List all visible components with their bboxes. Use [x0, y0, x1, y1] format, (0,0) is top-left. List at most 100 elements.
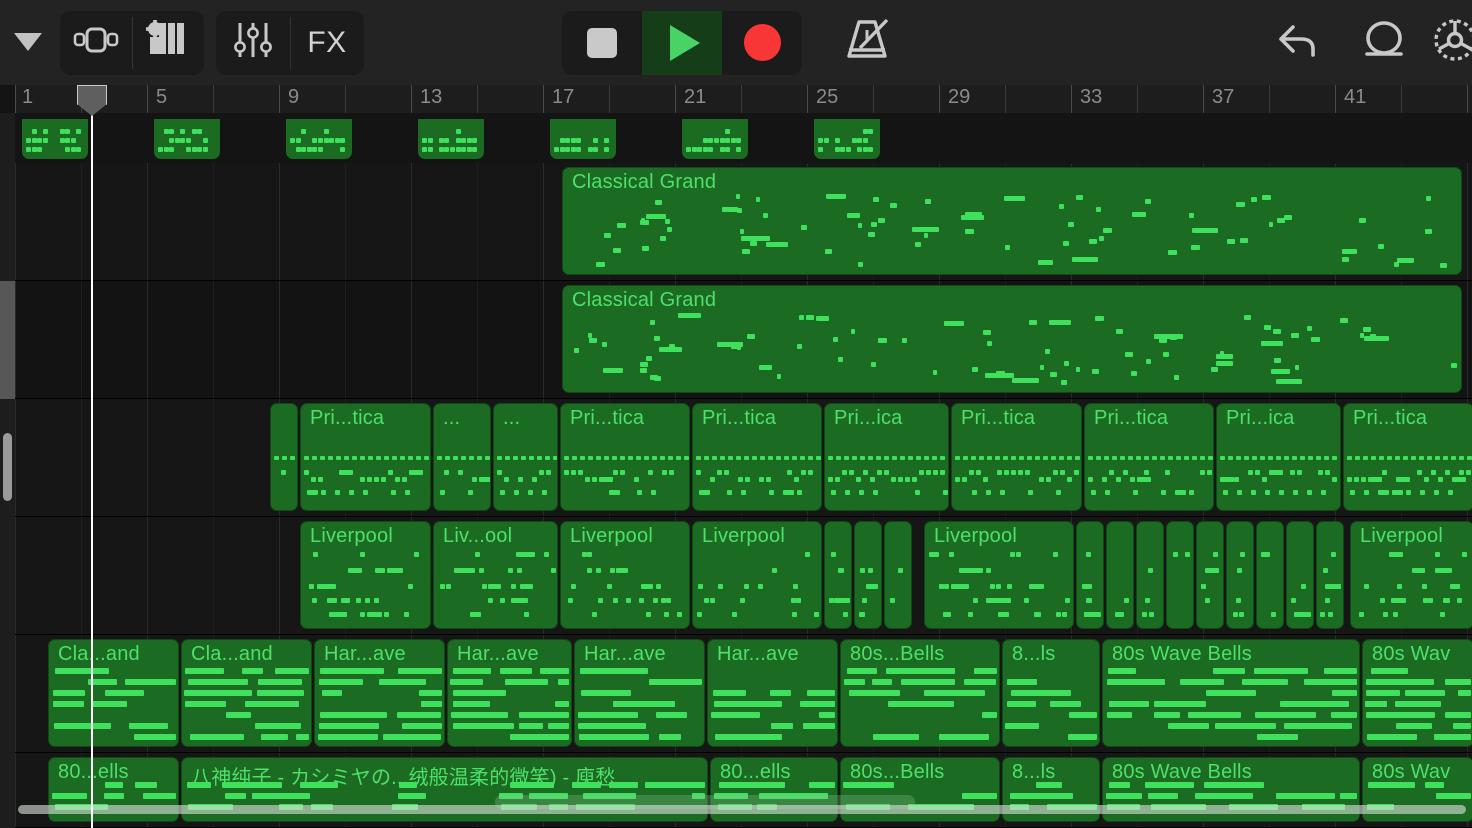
midi-region[interactable]: Pri...tica [560, 403, 690, 511]
play-button[interactable] [642, 10, 722, 75]
midi-note [1092, 369, 1099, 375]
midi-region[interactable] [824, 521, 852, 629]
playhead-handle[interactable] [77, 85, 107, 116]
midi-note [797, 490, 802, 495]
midi-region[interactable] [1316, 521, 1344, 629]
midi-region[interactable] [1076, 521, 1104, 629]
tracks-view-button[interactable] [60, 11, 132, 75]
midi-region[interactable]: Pri...ica [824, 403, 949, 511]
grid-line [147, 163, 148, 280]
midi-region[interactable]: Liverpool [692, 521, 822, 629]
drummer-region[interactable] [22, 119, 88, 159]
midi-note [505, 456, 510, 460]
track-classical-grand-1[interactable]: Classical Grand [15, 163, 1472, 281]
midi-region[interactable] [270, 403, 298, 511]
track-primavera-erotica[interactable]: Pri...tica...... Pri...tica Pri...tica Pri.… [15, 399, 1472, 517]
instrument-editor-button[interactable] [132, 11, 204, 75]
sliders-icon [232, 20, 274, 65]
track-classical-grand-2[interactable]: Classical Grand [15, 281, 1472, 399]
midi-note [744, 584, 750, 589]
midi-note [1263, 325, 1272, 331]
drummer-region[interactable] [418, 119, 484, 159]
midi-region[interactable] [1226, 521, 1254, 629]
settings-button[interactable] [1430, 11, 1472, 75]
midi-region[interactable]: 80s Wav [1362, 639, 1472, 747]
midi-note [1324, 598, 1330, 603]
midi-note [1361, 477, 1366, 482]
midi-region[interactable] [1196, 521, 1224, 629]
drummer-region[interactable] [286, 119, 352, 159]
midi-note [565, 147, 571, 152]
midi-note [202, 147, 208, 152]
drummer-region[interactable] [550, 119, 616, 159]
track-yagami-junko[interactable]: 80...ells 八神纯子 - カシミヤの...绒般温柔的微笑) - 庾愁 80.… [15, 753, 1472, 828]
drummer-region[interactable] [154, 119, 220, 159]
midi-region[interactable]: Pri...tica [951, 403, 1082, 511]
horizontal-scrollbar[interactable] [18, 805, 1466, 814]
undo-button[interactable] [1252, 11, 1338, 75]
track-gutter[interactable] [0, 113, 15, 828]
midi-region[interactable]: Pri...tica [1084, 403, 1214, 511]
track-area[interactable]: Classical Grand Classical Grand Pri...tica… [0, 113, 1472, 828]
midi-region[interactable]: Har...ave [447, 639, 572, 747]
midi-region[interactable]: 80s...Bells [840, 639, 1000, 747]
midi-note [965, 229, 974, 235]
midi-note [319, 723, 379, 729]
gutter-scroll-knob[interactable] [3, 433, 12, 501]
midi-region[interactable]: ... [493, 403, 558, 511]
midi-note [987, 456, 992, 460]
library-dropdown-button[interactable] [0, 11, 56, 75]
midi-note [169, 147, 175, 152]
region-label: Liverpool [702, 525, 785, 547]
midi-region[interactable]: Pri...tica [692, 403, 822, 511]
midi-region[interactable]: Cla...and [181, 639, 312, 747]
midi-region[interactable]: 80s Wave Bells [1102, 639, 1360, 747]
midi-region[interactable] [1136, 521, 1164, 629]
midi-note [180, 138, 186, 143]
midi-note [835, 477, 840, 482]
midi-note [581, 552, 587, 557]
metronome-button[interactable] [824, 11, 910, 75]
midi-note [1160, 456, 1165, 460]
midi-region[interactable]: Pri...tica [300, 403, 431, 511]
midi-region[interactable]: ... [433, 403, 491, 511]
drummer-track-strip[interactable] [15, 113, 1472, 163]
midi-region[interactable]: 8...ls [1002, 639, 1100, 747]
midi-region[interactable] [854, 521, 882, 629]
midi-region[interactable]: Liverpool [300, 521, 431, 629]
midi-region[interactable]: Har...ave [314, 639, 445, 747]
midi-region[interactable] [1106, 521, 1134, 629]
midi-note [504, 477, 509, 482]
midi-region[interactable]: Classical Grand [562, 167, 1462, 275]
midi-region[interactable] [1166, 521, 1194, 629]
stop-button[interactable] [562, 11, 642, 75]
midi-region[interactable]: Har...ave [707, 639, 838, 747]
midi-region[interactable]: Pri...ica [1216, 403, 1341, 511]
midi-region[interactable] [884, 521, 912, 629]
midi-region[interactable]: Classical Grand [562, 285, 1462, 393]
midi-region[interactable]: Liv...ool [433, 521, 558, 629]
midi-region[interactable]: Pri...tica [1343, 403, 1472, 511]
midi-region[interactable]: Liverpool [560, 521, 690, 629]
midi-region[interactable]: Liverpool [924, 521, 1074, 629]
track-bells-waves[interactable]: Cla...and Cla...and Har...ave Har...ave Har.… [15, 635, 1472, 753]
mixer-button[interactable] [216, 11, 290, 75]
midi-region[interactable]: Cla...and [48, 639, 179, 747]
drummer-region[interactable] [682, 119, 748, 159]
midi-note [1280, 701, 1349, 707]
midi-note [1107, 668, 1136, 674]
track-liverpool[interactable]: Liverpool Liv...ool Liverpool Liverpool Live… [15, 517, 1472, 635]
drummer-region[interactable] [814, 119, 880, 159]
midi-note [384, 612, 390, 617]
midi-region[interactable] [1256, 521, 1284, 629]
cycle-button[interactable] [1338, 11, 1430, 75]
midi-region[interactable]: Har...ave [574, 639, 705, 747]
timeline-ruler[interactable]: 1 5 9 13 17 21 25 29 33 37 41 [0, 85, 1472, 113]
region-label: Classical Grand [572, 289, 717, 311]
midi-region[interactable]: Liverpool [1350, 521, 1472, 629]
midi-note [983, 477, 988, 482]
midi-note [1120, 456, 1125, 460]
record-button[interactable] [722, 11, 802, 75]
midi-region[interactable] [1286, 521, 1314, 629]
fx-button[interactable]: FX [290, 11, 364, 75]
